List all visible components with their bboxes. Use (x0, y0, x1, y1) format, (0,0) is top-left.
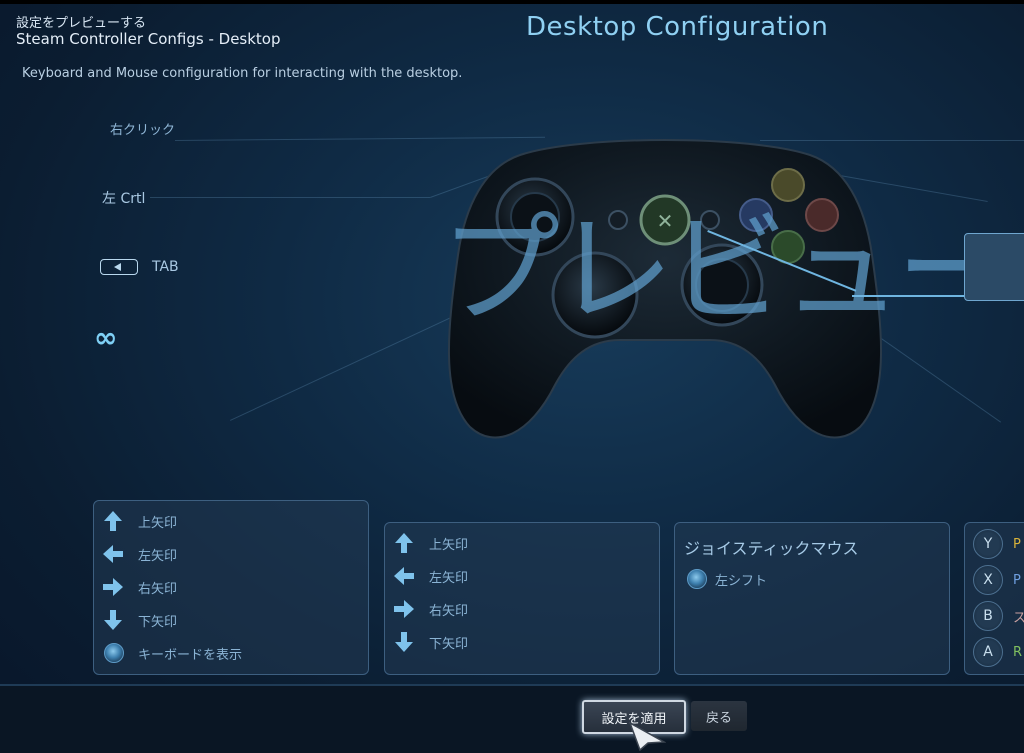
callout-box (964, 233, 1024, 301)
tab-key-icon (100, 259, 138, 275)
x-button-icon: X (973, 565, 1003, 595)
list-item: 上矢印 (102, 510, 177, 532)
joystick-click-icon (685, 568, 707, 590)
list-item: 左シフト (685, 568, 767, 590)
list-item-label: 右矢印 (429, 603, 469, 619)
header-subtitle: 設定をプレビューする (16, 16, 147, 31)
page-description: Keyboard and Mouse configuration for int… (22, 66, 463, 81)
a-button-icon: A (973, 637, 1003, 667)
header-title: Steam Controller Configs - Desktop (16, 30, 281, 48)
page-title: Desktop Configuration (526, 12, 829, 42)
list-item: 右矢印 (102, 576, 177, 598)
list-item-label: 上矢印 (138, 515, 178, 531)
list-item-label: 上矢印 (429, 537, 469, 553)
list-item-label: P (1013, 536, 1021, 552)
b-button-icon: B (973, 601, 1003, 631)
callout-line (852, 295, 966, 297)
list-item: 左矢印 (393, 565, 468, 587)
list-item-label: ス (1013, 610, 1024, 626)
list-item: キーボードを表示 (102, 642, 242, 664)
list-item: 右矢印 (393, 598, 468, 620)
arrow-right-icon (102, 576, 124, 598)
list-item-label: 左矢印 (138, 548, 178, 564)
list-item: 下矢印 (393, 631, 468, 653)
list-item-label: 左矢印 (429, 570, 469, 586)
y-button-icon: Y (973, 529, 1003, 559)
mouse-cursor-icon (628, 722, 666, 751)
joystick-click-icon (102, 642, 124, 664)
list-item: 下矢印 (102, 609, 177, 631)
list-item-label: R (1013, 644, 1023, 660)
joystick-panel-title: ジョイスティックマウス (684, 539, 859, 558)
arrow-down-icon (393, 631, 415, 653)
preview-watermark: プレビュー (440, 201, 1016, 340)
left-ctrl-label: 左 Crtl (102, 191, 146, 207)
list-item: 左矢印 (102, 543, 177, 565)
list-item: A R (973, 637, 1023, 667)
list-item-label: 下矢印 (138, 614, 178, 630)
list-item-label: 左シフト (715, 573, 768, 589)
right-click-label: 右クリック (110, 123, 176, 138)
top-bar (0, 0, 1024, 4)
bottom-bar (0, 684, 1024, 753)
infinity-icon: ∞ (94, 321, 118, 354)
left-dpad-panel: 上矢印 左矢印 右矢印 下矢印 キーボードを表示 (93, 500, 369, 675)
face-buttons-panel: Y P X P B ス A R (964, 522, 1024, 675)
back-button[interactable]: 戻る (691, 701, 747, 731)
arrow-left-icon (393, 565, 415, 587)
list-item: B ス (973, 601, 1024, 631)
list-item-label: キーボードを表示 (138, 647, 243, 663)
arrow-left-icon (102, 543, 124, 565)
arrow-down-icon (102, 609, 124, 631)
arrow-up-icon (102, 510, 124, 532)
right-dpad-panel: 上矢印 左矢印 右矢印 下矢印 (384, 522, 660, 675)
list-item-label: P (1013, 572, 1021, 588)
arrow-right-icon (393, 598, 415, 620)
tab-label: TAB (152, 259, 179, 275)
leader-line (150, 197, 430, 198)
list-item-label: 下矢印 (429, 636, 469, 652)
list-item: X P (973, 565, 1021, 595)
list-item: 上矢印 (393, 532, 468, 554)
joystick-panel: ジョイスティックマウス 左シフト (674, 522, 950, 675)
list-item-label: 右矢印 (138, 581, 178, 597)
list-item: Y P (973, 529, 1021, 559)
arrow-up-icon (393, 532, 415, 554)
